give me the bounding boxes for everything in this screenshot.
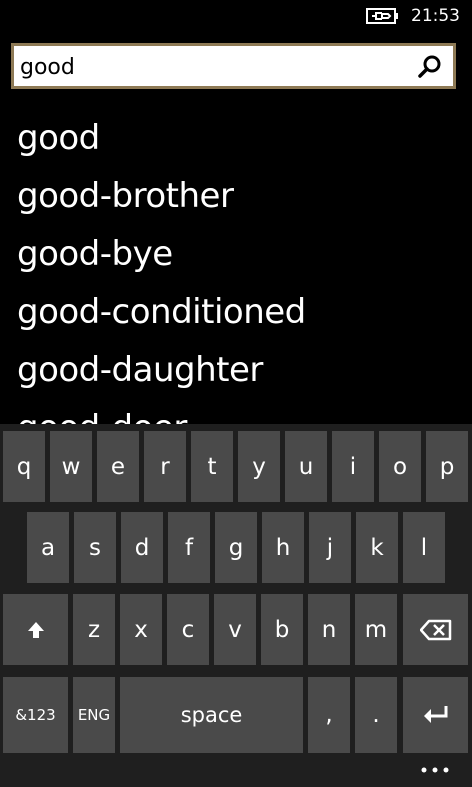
language-key[interactable]: ENG	[73, 677, 115, 753]
suggestion-item[interactable]: good-doer	[17, 400, 187, 424]
status-bar: 21:53	[0, 0, 472, 34]
suggestion-list: good good-brother good-bye good-conditio…	[0, 110, 472, 424]
enter-icon	[423, 706, 447, 723]
key-a[interactable]: a	[27, 512, 69, 583]
key-z[interactable]: z	[73, 594, 115, 665]
key-u[interactable]: u	[285, 431, 327, 502]
shift-key[interactable]	[3, 594, 68, 665]
ellipsis-icon[interactable]	[420, 764, 450, 776]
key-v[interactable]: v	[214, 594, 256, 665]
key-y[interactable]: y	[238, 431, 280, 502]
key-b[interactable]: b	[261, 594, 303, 665]
key-n[interactable]: n	[308, 594, 350, 665]
search-input[interactable]	[20, 51, 400, 83]
suggestion-item[interactable]: good-brother	[17, 168, 234, 224]
key-s[interactable]: s	[74, 512, 116, 583]
search-icon	[418, 55, 441, 78]
comma-key[interactable]: ,	[308, 677, 350, 753]
key-j[interactable]: j	[309, 512, 351, 583]
key-m[interactable]: m	[355, 594, 397, 665]
search-button[interactable]	[415, 52, 445, 82]
symbols-key[interactable]: &123	[3, 677, 68, 753]
backspace-key[interactable]	[403, 594, 468, 665]
key-e[interactable]: e	[97, 431, 139, 502]
key-h[interactable]: h	[262, 512, 304, 583]
shift-arrow-icon	[27, 621, 44, 638]
clock: 21:53	[411, 6, 460, 26]
key-r[interactable]: r	[144, 431, 186, 502]
key-w[interactable]: w	[50, 431, 92, 502]
suggestion-item[interactable]: good-bye	[17, 226, 173, 282]
period-key[interactable]: .	[355, 677, 397, 753]
key-k[interactable]: k	[356, 512, 398, 583]
key-c[interactable]: c	[167, 594, 209, 665]
backspace-icon	[419, 619, 451, 640]
key-o[interactable]: o	[379, 431, 421, 502]
suggestion-item[interactable]: good	[17, 110, 100, 166]
enter-key[interactable]	[403, 677, 468, 753]
key-p[interactable]: p	[426, 431, 468, 502]
on-screen-keyboard: q w e r t y u i o p a s d f g h j k l z …	[0, 424, 472, 787]
key-q[interactable]: q	[3, 431, 45, 502]
battery-charging-icon	[366, 8, 398, 24]
search-box[interactable]	[11, 43, 456, 89]
key-i[interactable]: i	[332, 431, 374, 502]
space-key[interactable]: space	[120, 677, 303, 753]
suggestion-item[interactable]: good-conditioned	[17, 284, 306, 340]
key-l[interactable]: l	[403, 512, 445, 583]
key-t[interactable]: t	[191, 431, 233, 502]
key-x[interactable]: x	[120, 594, 162, 665]
suggestion-item[interactable]: good-daughter	[17, 342, 263, 398]
key-g[interactable]: g	[215, 512, 257, 583]
key-d[interactable]: d	[121, 512, 163, 583]
key-f[interactable]: f	[168, 512, 210, 583]
